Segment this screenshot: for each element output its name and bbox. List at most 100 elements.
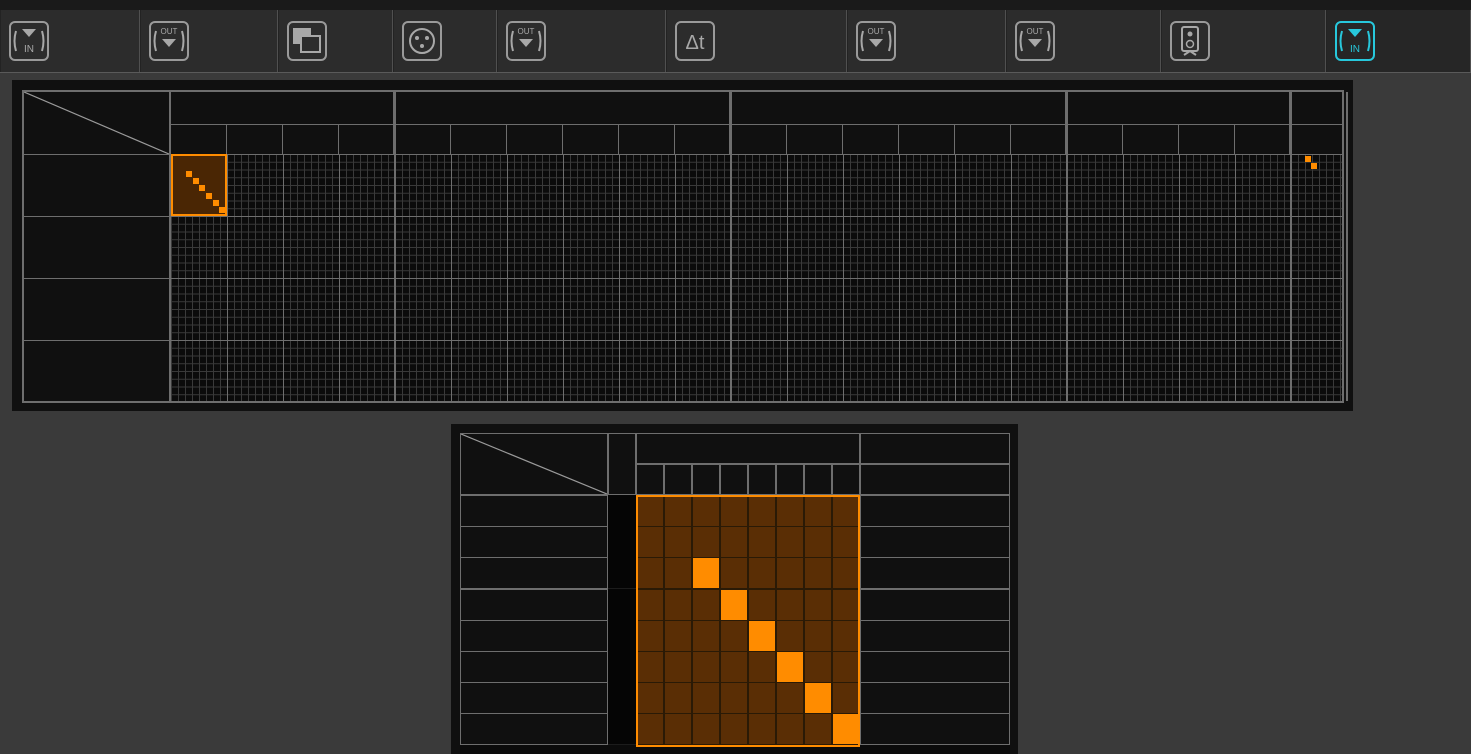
- source-subgroup[interactable]: [1291, 124, 1344, 154]
- source-subgroup[interactable]: [1123, 124, 1179, 154]
- patch-cell[interactable]: [636, 682, 664, 715]
- patch-cell[interactable]: [832, 651, 860, 683]
- local-channel-header[interactable]: [720, 464, 748, 495]
- patch-input-row[interactable]: [460, 526, 608, 559]
- patch-input-row[interactable]: [460, 619, 608, 652]
- patch-cell[interactable]: [720, 619, 748, 652]
- patch-cell[interactable]: [692, 526, 720, 559]
- patch-cell[interactable]: [748, 557, 776, 590]
- patch-cell[interactable]: [664, 495, 692, 527]
- patch-cell[interactable]: [804, 713, 832, 746]
- patch-input-row[interactable]: [460, 682, 608, 715]
- patch-cell[interactable]: [636, 495, 664, 527]
- patch-cell[interactable]: [748, 682, 776, 715]
- source-subgroup[interactable]: [451, 124, 507, 154]
- off-cell[interactable]: [608, 651, 636, 683]
- patch-cell[interactable]: [776, 651, 804, 683]
- local-channel-header[interactable]: [748, 464, 776, 495]
- source-subgroup[interactable]: [675, 124, 731, 154]
- tab-card[interactable]: [278, 10, 393, 72]
- patch-cell[interactable]: [720, 682, 748, 715]
- patch-input-row[interactable]: [460, 651, 608, 683]
- patch-cell[interactable]: [804, 495, 832, 527]
- patch-cell[interactable]: [664, 526, 692, 559]
- source-subgroup[interactable]: [899, 124, 955, 154]
- source-subgroup[interactable]: [1067, 124, 1123, 154]
- patch-cell[interactable]: [664, 651, 692, 683]
- patch-cell[interactable]: [776, 588, 804, 621]
- patch-cell[interactable]: [720, 495, 748, 527]
- patch-input-row[interactable]: [460, 557, 608, 590]
- tab-ultranet[interactable]: OUT: [1006, 10, 1161, 72]
- patch-cell[interactable]: [664, 619, 692, 652]
- patch-cell[interactable]: [832, 526, 860, 559]
- patch-cell[interactable]: [692, 682, 720, 715]
- patch-cell[interactable]: [832, 588, 860, 621]
- patch-cell[interactable]: [636, 713, 664, 746]
- patch-cell[interactable]: [692, 651, 720, 683]
- tab-out-delay[interactable]: Δt: [666, 10, 847, 72]
- source-subgroup[interactable]: [171, 124, 227, 154]
- tab-xlr[interactable]: [393, 10, 497, 72]
- patch-cell[interactable]: [692, 713, 720, 746]
- patch-cell[interactable]: [776, 713, 804, 746]
- source-subgroup[interactable]: [1011, 124, 1067, 154]
- patch-cell[interactable]: [636, 619, 664, 652]
- patch-cell[interactable]: [692, 557, 720, 590]
- off-cell[interactable]: [608, 713, 636, 746]
- local-channel-header[interactable]: [636, 464, 664, 495]
- patch-cell[interactable]: [636, 557, 664, 590]
- patch-cell[interactable]: [804, 557, 832, 590]
- patch-input-row[interactable]: [460, 588, 608, 621]
- tab-iq-setup[interactable]: [1161, 10, 1326, 72]
- source-subgroup[interactable]: [283, 124, 339, 154]
- patch-cell[interactable]: [832, 557, 860, 590]
- patch-cell[interactable]: [720, 588, 748, 621]
- patch-input-row[interactable]: [460, 713, 608, 746]
- patch-cell[interactable]: [664, 557, 692, 590]
- source-subgroup[interactable]: [619, 124, 675, 154]
- patch-cell[interactable]: [832, 682, 860, 715]
- tab-out-1-16[interactable]: OUT: [497, 10, 666, 72]
- local-channel-header[interactable]: [804, 464, 832, 495]
- patch-cell[interactable]: [664, 682, 692, 715]
- local-channel-header[interactable]: [832, 464, 860, 495]
- source-subgroup[interactable]: [339, 124, 395, 154]
- local-channel-header[interactable]: [776, 464, 804, 495]
- patch-cell[interactable]: [804, 619, 832, 652]
- patch-cell[interactable]: [832, 495, 860, 527]
- local-channel-header[interactable]: [692, 464, 720, 495]
- source-subgroup[interactable]: [507, 124, 563, 154]
- patch-cell[interactable]: [692, 619, 720, 652]
- source-subgroup[interactable]: [227, 124, 283, 154]
- source-subgroup[interactable]: [1235, 124, 1291, 154]
- source-subgroup[interactable]: [787, 124, 843, 154]
- patch-cell[interactable]: [664, 588, 692, 621]
- patch-cell[interactable]: [748, 651, 776, 683]
- patch-cell[interactable]: [720, 526, 748, 559]
- patch-cell[interactable]: [720, 557, 748, 590]
- patch-cell[interactable]: [804, 682, 832, 715]
- patch-cell[interactable]: [804, 651, 832, 683]
- source-subgroup[interactable]: [843, 124, 899, 154]
- patch-cell[interactable]: [664, 713, 692, 746]
- off-cell[interactable]: [608, 526, 636, 559]
- tab-aes50[interactable]: OUT: [140, 10, 278, 72]
- local-channel-header[interactable]: [664, 464, 692, 495]
- off-cell[interactable]: [608, 682, 636, 715]
- patch-cell[interactable]: [776, 495, 804, 527]
- off-cell[interactable]: [608, 557, 636, 590]
- patch-cell[interactable]: [692, 588, 720, 621]
- source-subgroup[interactable]: [563, 124, 619, 154]
- tab-aux-out[interactable]: OUT: [847, 10, 1006, 72]
- patch-cell[interactable]: [748, 526, 776, 559]
- patch-cell[interactable]: [692, 495, 720, 527]
- patch-cell[interactable]: [776, 682, 804, 715]
- input-group-row[interactable]: [24, 278, 171, 340]
- source-subgroup[interactable]: [955, 124, 1011, 154]
- source-subgroup[interactable]: [731, 124, 787, 154]
- patch-cell[interactable]: [804, 526, 832, 559]
- patch-cell[interactable]: [748, 495, 776, 527]
- patch-cell[interactable]: [748, 588, 776, 621]
- patch-cell[interactable]: [748, 619, 776, 652]
